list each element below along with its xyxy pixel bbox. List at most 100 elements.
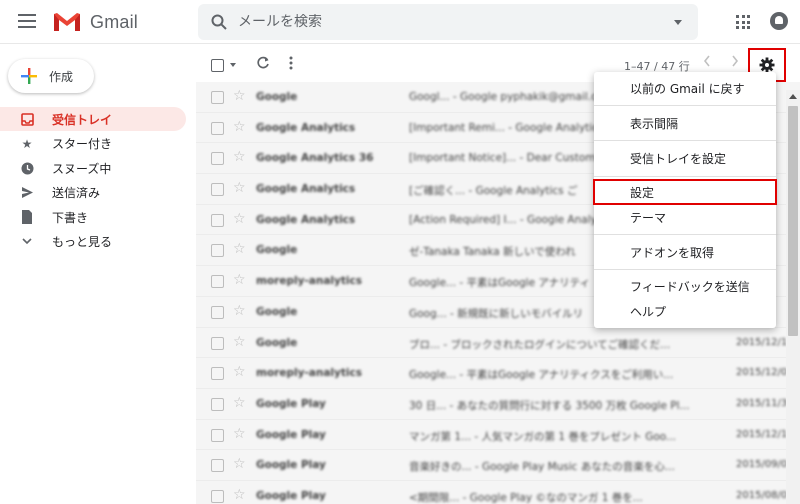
email-sender: Google Play (256, 397, 326, 410)
email-row[interactable]: ☆ Google Play マンガ第 1... - 人気マンガの第 1 巻をプレゼン… (196, 419, 800, 451)
email-subject: 音楽好きの... - Google Play Music あなたの音楽を心... (409, 461, 675, 474)
email-date: 2015/11/30 (736, 397, 794, 409)
email-row-checkbox[interactable] (211, 275, 224, 289)
scroll-thumb[interactable] (788, 106, 798, 336)
chevron-right-icon[interactable] (731, 55, 739, 71)
email-row-checkbox[interactable] (211, 213, 224, 227)
star-icon[interactable]: ☆ (233, 456, 246, 472)
compose-plus-icon (21, 68, 37, 84)
sidebar-item-label: スター付き (52, 137, 113, 152)
email-row[interactable]: ☆ Google Play <期間限... - Google Play ©なのマンガ… (196, 480, 800, 504)
star-icon[interactable]: ☆ (233, 303, 246, 319)
email-sender: Google Play (256, 428, 326, 441)
sidebar-item-snoozed[interactable]: スヌーズ中 (0, 156, 186, 180)
menu-send-feedback[interactable]: フィードバックを送信 (594, 272, 776, 300)
clock-icon (20, 161, 34, 175)
menu-divider (594, 140, 776, 141)
email-row-checkbox[interactable] (211, 428, 224, 442)
email-date: 2015/12/10 (736, 428, 794, 440)
star-icon[interactable]: ☆ (233, 149, 246, 165)
email-sender: Google (256, 91, 298, 103)
email-row-checkbox[interactable] (211, 183, 224, 197)
app-name: Gmail (90, 11, 139, 32)
email-date: 2015/12/15 (736, 336, 794, 348)
email-subject: マンガ第 1... - 人気マンガの第 1 巻をプレゼント Goo... (409, 430, 677, 443)
star-icon[interactable]: ☆ (233, 119, 246, 135)
star-icon[interactable]: ☆ (233, 180, 246, 196)
select-all-checkbox[interactable] (211, 59, 224, 72)
search-icon[interactable] (210, 13, 228, 31)
chevron-left-icon[interactable] (703, 55, 711, 71)
gmail-logo[interactable]: Gmail (52, 9, 138, 35)
star-icon[interactable]: ☆ (233, 426, 246, 442)
star-icon[interactable]: ☆ (233, 241, 246, 257)
gear-icon (759, 57, 775, 73)
menu-themes[interactable]: テーマ (594, 203, 776, 231)
star-icon[interactable]: ☆ (233, 395, 246, 411)
email-subject: <期間限... - Google Play ©なのマンガ 1 巻を... (409, 491, 643, 504)
notifications-icon[interactable] (770, 12, 788, 30)
email-row-checkbox[interactable] (211, 397, 224, 411)
menu-revert-classic-gmail[interactable]: 以前の Gmail に戻す (594, 74, 776, 102)
email-sender: moreply-analytics (256, 367, 362, 380)
search-bar[interactable] (198, 4, 698, 40)
email-row-checkbox[interactable] (211, 336, 224, 350)
email-row[interactable]: ☆ Google Play 音楽好きの... - Google Play Music… (196, 450, 800, 481)
email-sender: Google Play (256, 489, 326, 502)
email-subject: ブロ... - ブロックされたログインについてご確認くだ... (409, 338, 671, 351)
star-icon[interactable]: ☆ (233, 88, 246, 104)
email-row-checkbox[interactable] (211, 459, 224, 473)
email-row[interactable]: ☆ Google ブロ... - ブロックされたログインについてご確認くだ... 20… (196, 327, 800, 359)
email-row[interactable]: ☆ Google Play 30 日... - あなたの質問行に対する 3500 万… (196, 388, 800, 420)
menu-get-addons[interactable]: アドオンを取得 (594, 238, 776, 266)
star-icon[interactable]: ☆ (233, 364, 246, 380)
menu-divider (594, 176, 776, 177)
search-input[interactable] (238, 14, 658, 30)
settings-menu: 以前の Gmail に戻す 表示間隔 受信トレイを設定 設定 テーマ アドオンを… (593, 72, 777, 328)
refresh-icon[interactable] (256, 56, 270, 74)
apps-grid-icon[interactable] (736, 15, 750, 29)
email-sender: Google Analytics 36 (256, 152, 374, 165)
select-options-caret-icon[interactable] (230, 63, 236, 67)
scroll-up-arrow-icon[interactable] (789, 94, 797, 99)
email-row-checkbox[interactable] (211, 305, 224, 319)
email-date: 2015/09/08 (736, 459, 794, 471)
sidebar-item-label: 受信トレイ (52, 112, 113, 127)
compose-label: 作成 (49, 69, 74, 84)
menu-divider (594, 269, 776, 270)
star-icon[interactable]: ☆ (233, 272, 246, 288)
email-row-checkbox[interactable] (211, 91, 224, 104)
menu-help[interactable]: ヘルプ (594, 297, 776, 325)
list-scrollbar[interactable] (786, 90, 800, 504)
star-icon[interactable]: ☆ (233, 487, 246, 503)
menu-divider (594, 105, 776, 106)
sidebar-item-more[interactable]: もっと見る (0, 230, 186, 254)
star-icon[interactable]: ☆ (233, 334, 246, 350)
email-row-checkbox[interactable] (211, 121, 224, 135)
search-options-caret-icon[interactable] (674, 20, 682, 25)
email-row-checkbox[interactable] (211, 367, 224, 381)
menu-configure-inbox[interactable]: 受信トレイを設定 (594, 144, 776, 172)
sidebar-item-starred[interactable]: ★ スター付き (0, 132, 186, 156)
sidebar-item-label: 送信済み (52, 186, 101, 201)
sidebar-item-drafts[interactable]: 下書き (0, 205, 186, 229)
more-vert-icon[interactable] (289, 56, 293, 73)
main-menu-icon[interactable] (18, 14, 36, 28)
menu-settings[interactable]: 設定 (593, 179, 777, 205)
inbox-icon (20, 112, 34, 126)
sidebar-item-inbox[interactable]: 受信トレイ (0, 107, 186, 131)
menu-display-density[interactable]: 表示間隔 (594, 109, 776, 137)
sidebar-item-label: 下書き (52, 210, 89, 225)
email-sender: Google Analytics (256, 121, 356, 134)
email-sender: Google Analytics (256, 213, 356, 226)
email-row-checkbox[interactable] (211, 489, 224, 503)
email-row-checkbox[interactable] (211, 152, 224, 166)
compose-button[interactable]: 作成 (8, 59, 94, 93)
email-sender: Google (256, 305, 298, 318)
email-row-checkbox[interactable] (211, 244, 224, 258)
email-row[interactable]: ☆ moreply-analytics Google... - 平素はGoogle … (196, 358, 800, 389)
star-icon[interactable]: ☆ (233, 211, 246, 227)
email-sender: Google (256, 244, 298, 257)
sidebar-item-sent[interactable]: 送信済み (0, 181, 186, 205)
email-date: 2015/08/09 (736, 489, 794, 501)
